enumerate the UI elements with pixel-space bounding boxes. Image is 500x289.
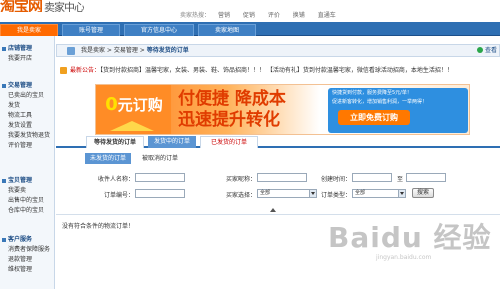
hot-link-promotion[interactable]: 促销 [243, 12, 255, 19]
hot-search-links: 卖家热搜： 营销 促销 评价 换铺 直通车 [180, 10, 347, 19]
order-no-input[interactable] [135, 189, 185, 198]
order-type-value: 全部 [355, 190, 366, 196]
sidebar-section-trade: 交易管理 已卖出的宝贝 发货 物流工具 发货设置 我要发货物退货 评价管理 [0, 81, 55, 151]
tab-shipping[interactable]: 发货中的订单 [148, 136, 196, 148]
seller-center-title: 卖家中心 [44, 1, 85, 13]
banner-offer-text1: 快捷货到付款，服务费降至5元/单！ [332, 90, 412, 96]
banner-zero: 0 [105, 94, 118, 115]
arrow-up-icon [110, 121, 154, 131]
tab-awaiting-shipment[interactable]: 等待发货的订单 [86, 136, 144, 148]
chevron-down-icon [398, 190, 405, 197]
sidebar-section-service: 客户服务 消费者保障服务 退款管理 维权管理 [0, 235, 55, 275]
nav-tab-seller-map[interactable]: 卖家地图 [198, 24, 256, 36]
hot-link-marketing[interactable]: 营销 [218, 12, 230, 19]
search-button[interactable]: 搜索 [412, 188, 434, 198]
breadcrumb-item[interactable]: 我是卖家 [81, 47, 105, 54]
order-type-select[interactable]: 全部 [352, 189, 406, 198]
subtab-cancelled[interactable]: 被取消的订单 [135, 153, 185, 164]
to-label: 至 [396, 176, 403, 183]
sidebar-item-open-shop[interactable]: 我要开店 [0, 54, 55, 64]
banner-left-text: 元订购 [117, 96, 163, 114]
recipient-name-label: 收件人名称： [97, 176, 134, 183]
sidebar-item-disputes[interactable]: 维权管理 [0, 265, 55, 275]
sidebar-item-ship[interactable]: 发货 [0, 101, 55, 111]
banner-line1: 付便捷 降成本 [178, 89, 286, 109]
subtab-unshipped[interactable]: 未发货的订单 [85, 153, 131, 164]
sidebar-item-sold[interactable]: 已卖出的宝贝 [0, 91, 55, 101]
help-link[interactable]: 查看 [477, 45, 497, 56]
sidebar-item-consumer-protection[interactable]: 消费者保障服务 [0, 245, 55, 255]
watermark-url: jingyan.baidu.com [376, 254, 432, 261]
created-to-input[interactable] [406, 173, 446, 182]
banner-slogan: 付便捷 降成本 迅速提升转化 [178, 89, 318, 133]
sidebar: 店铺管理 我要开店 交易管理 已卖出的宝贝 发货 物流工具 发货设置 我要发货物… [0, 36, 55, 289]
order-tabs: 等待发货的订单 发货中的订单 已发货的订单 [56, 134, 500, 148]
announcement-text[interactable]: 【货到付款招商】温馨宅家，女装、男装、鞋、饰品招商！！！ 【活动有礼】货到付款温… [100, 67, 453, 74]
promo-banner[interactable]: 0元订购 付便捷 降成本 迅速提升转化 快捷货到付款，服务费降至5元/单！ 促进… [95, 84, 470, 135]
order-no-label: 订单编号： [103, 192, 134, 199]
hot-link-shop-switch[interactable]: 换铺 [293, 12, 305, 19]
sidebar-section-items: 宝贝管理 我要卖 出售中的宝贝 仓库中的宝贝 [0, 176, 55, 216]
logo-text: 淘宝网 [0, 0, 43, 12]
order-now-button[interactable]: 立即免费订购 [338, 110, 410, 125]
speaker-icon [60, 67, 67, 74]
buyer-nick-label: 买家昵称： [225, 176, 256, 183]
sidebar-item-ship-settings[interactable]: 发货设置 [0, 121, 55, 131]
recipient-name-input[interactable] [135, 173, 185, 182]
taobao-logo[interactable]: 淘宝网 卖家中心 [0, 0, 84, 12]
buyer-nick-input[interactable] [257, 173, 307, 182]
buyer-choice-label: 买家选择： [225, 192, 256, 199]
created-time-label: 创建时间： [320, 176, 351, 183]
banner-offer-box: 快捷货到付款，服务费降至5元/单！ 促进新客转化，增加销售利润，一举两得！ 立即… [328, 88, 468, 133]
search-form: 收件人名称： 买家昵称： 创建时间： 至 订单编号： 买家选择： 全部 订单类型… [56, 166, 500, 210]
breadcrumb: 我是卖家 > 交易管理 > 等待发货的订单 查看 [56, 44, 500, 57]
banner-offer-text2: 促进新客转化，增加销售利润，一举两得！ [332, 99, 428, 105]
breadcrumb-current: 等待发货的订单 [146, 47, 189, 54]
hot-link-rating[interactable]: 评价 [268, 12, 280, 19]
hot-link-ztc[interactable]: 直通车 [318, 12, 336, 19]
sidebar-item-sell[interactable]: 我要卖 [0, 186, 55, 196]
created-from-input[interactable] [352, 173, 392, 182]
collapse-arrow-icon[interactable] [270, 208, 276, 212]
announcement-label: 最新公告： [70, 67, 101, 74]
sidebar-item-logistics-tools[interactable]: 物流工具 [0, 111, 55, 121]
sidebar-item-return[interactable]: 我要发货物退货 [0, 131, 55, 141]
sidebar-item-on-sale[interactable]: 出售中的宝贝 [0, 196, 55, 206]
banner-line2: 迅速提升转化 [178, 110, 280, 130]
top-header: 淘宝网 卖家中心 卖家热搜： 营销 促销 评价 换铺 直通车 [0, 0, 500, 22]
sidebar-item-warehouse[interactable]: 仓库中的宝贝 [0, 206, 55, 216]
divider [56, 214, 500, 215]
watermark-brand: Baidu 经验 [328, 221, 492, 254]
sidebar-item-refunds[interactable]: 退款管理 [0, 255, 55, 265]
hot-search-label: 卖家热搜： [180, 12, 211, 19]
empty-result-message: 没有符合条件的物流订单！ [62, 223, 135, 230]
nav-tab-account[interactable]: 账号管理 [62, 24, 120, 36]
breadcrumb-item[interactable]: 交易管理 [114, 47, 138, 54]
sidebar-section-title[interactable]: 店铺管理 [0, 44, 55, 54]
nav-tab-official-info[interactable]: 官方信息中心 [124, 24, 194, 36]
banner-zero-order: 0元订购 [96, 85, 171, 134]
baidu-jingyan-watermark: Baidu 经验 jingyan.baidu.com [328, 221, 492, 282]
nav-tab-seller[interactable]: 我是卖家 [0, 24, 58, 36]
sidebar-section-title[interactable]: 宝贝管理 [0, 176, 55, 186]
order-type-label: 订单类型： [320, 192, 351, 199]
main-nav: 我是卖家 账号管理 官方信息中心 卖家地图 [0, 22, 500, 36]
home-icon[interactable] [67, 47, 75, 55]
tab-shipped[interactable]: 已发货的订单 [200, 136, 258, 148]
sidebar-section-title[interactable]: 交易管理 [0, 81, 55, 91]
sidebar-section-title[interactable]: 客户服务 [0, 235, 55, 245]
announcement-bar: 最新公告：【货到付款招商】温馨宅家，女装、男装、鞋、饰品招商！！！ 【活动有礼】… [60, 66, 500, 76]
sidebar-item-ratings[interactable]: 评价管理 [0, 141, 55, 151]
buyer-choice-value: 全部 [260, 190, 271, 196]
sidebar-section-shop: 店铺管理 我要开店 [0, 44, 55, 64]
